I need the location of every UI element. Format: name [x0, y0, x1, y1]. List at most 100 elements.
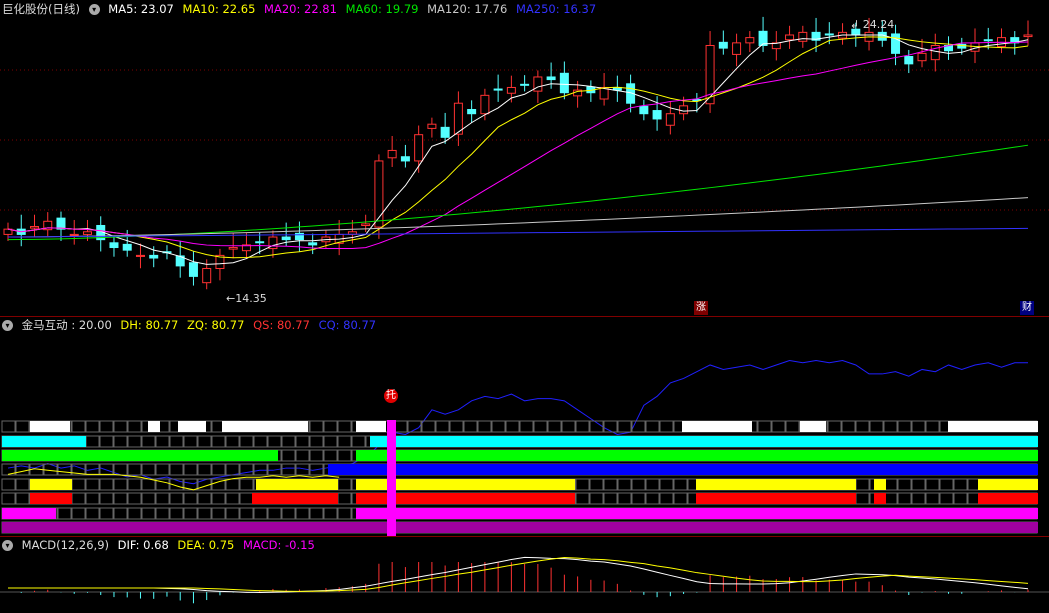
indicator-cell [239, 435, 254, 448]
indicator-cell [267, 507, 282, 520]
indicator-cell [939, 492, 954, 505]
indicator-cell [141, 435, 156, 448]
indicator-cell [603, 492, 618, 505]
indicator-cell [281, 463, 296, 476]
indicator-panel[interactable]: ▾ 金马互动 : 20.00 DH: 80.77 ZQ: 80.77 QS: 8… [0, 316, 1049, 536]
indicator-cell [617, 478, 632, 491]
indicator-cell [491, 420, 506, 433]
indicator-cell [183, 435, 198, 448]
zhang-tag[interactable]: 涨 [694, 301, 708, 315]
indicator-cell [71, 420, 86, 433]
settings-icon[interactable]: ▾ [88, 4, 100, 15]
ma60-value: MA60: 19.79 [345, 2, 419, 16]
candle-body [559, 72, 569, 94]
candle-body [69, 233, 79, 236]
candle-body [122, 243, 132, 251]
indicator-cell [99, 478, 114, 491]
indicator-cell [211, 435, 226, 448]
indicator-cell [827, 420, 842, 433]
indicator-cell [295, 449, 310, 462]
indicator-cell [113, 492, 128, 505]
indicator-cell [883, 420, 898, 433]
indicator-canvas[interactable] [0, 316, 1049, 536]
ma250-value: MA250: 16.37 [515, 2, 597, 16]
macd-panel[interactable]: ▾ MACD(12,26,9) DIF: 0.68 DEA: 0.75 MACD… [0, 536, 1049, 613]
indicator-cell [323, 435, 338, 448]
indicator-bar [30, 493, 72, 504]
indicator-cell [309, 449, 324, 462]
indicator-cell [71, 507, 86, 520]
high-price-label: ↲ 24.24 [850, 18, 895, 31]
candle-body [440, 126, 450, 138]
candle-body [877, 31, 887, 41]
dh-value: DH: 80.77 [120, 318, 179, 332]
indicator-bar [2, 522, 1038, 533]
price-chart-canvas[interactable] [0, 0, 1049, 316]
indicator-cell [1, 492, 16, 505]
low-price-label: ←14.35 [226, 292, 267, 305]
indicator-cell [785, 420, 800, 433]
indicator-cell [1, 420, 16, 433]
indicator-cell [85, 507, 100, 520]
candle-body [904, 56, 914, 65]
macd-settings-icon[interactable]: ▾ [2, 540, 13, 551]
indicator-cell [659, 478, 674, 491]
ma10-value: MA10: 22.65 [182, 2, 256, 16]
indicator-cell [155, 492, 170, 505]
indicator-cell [617, 492, 632, 505]
indicator-cell [337, 435, 352, 448]
indicator-bar [30, 421, 70, 432]
indicator-cell [575, 420, 590, 433]
indicator-cell [113, 420, 128, 433]
candle-body [361, 223, 371, 226]
indicator-settings-icon[interactable]: ▾ [2, 320, 13, 331]
candle-body [188, 262, 198, 277]
candle-body [82, 231, 92, 235]
candle-body [718, 41, 728, 49]
qs-value: QS: 80.77 [253, 318, 310, 332]
indicator-cell [575, 478, 590, 491]
indicator-cell [869, 420, 884, 433]
indicator-cell [239, 507, 254, 520]
indicator-cell [267, 435, 282, 448]
candle-body [520, 83, 530, 86]
indicator-cell [645, 492, 660, 505]
low-price-text: 14.35 [235, 292, 267, 305]
indicator-cell [141, 492, 156, 505]
indicator-cell [211, 463, 226, 476]
candle-body [414, 134, 424, 162]
indicator-cell [925, 478, 940, 491]
indicator-cell [911, 420, 926, 433]
indicator-cell [127, 420, 142, 433]
indicator-cell [281, 507, 296, 520]
indicator-bar [252, 493, 338, 504]
indicator-cell [295, 507, 310, 520]
indicator-cell [15, 420, 30, 433]
candle-body [917, 52, 927, 62]
indicator-bar [696, 493, 856, 504]
indicator-cell [141, 507, 156, 520]
indicator-bar [696, 479, 856, 490]
macd-header: ▾ MACD(12,26,9) DIF: 0.68 DEA: 0.75 MACD… [2, 538, 320, 552]
tuo-signal-tag[interactable]: 托 [384, 389, 398, 403]
candle-body [732, 42, 742, 55]
indicator-cell [939, 478, 954, 491]
indicator-cell [281, 449, 296, 462]
indicator-cell [659, 420, 674, 433]
indicator-cell [897, 492, 912, 505]
indicator-cell [155, 435, 170, 448]
indicator-bar [370, 436, 1038, 447]
indicator-cell [841, 420, 856, 433]
indicator-cell [113, 507, 128, 520]
indicator-cell [197, 463, 212, 476]
indicator-cell [183, 463, 198, 476]
indicator-name: 金马互动 [21, 318, 68, 332]
indicator-cell [337, 507, 352, 520]
main-price-panel[interactable]: 巨化股份(日线) ▾ MA5: 23.07 MA10: 22.65 MA20: … [0, 0, 1049, 316]
indicator-cell [771, 420, 786, 433]
indicator-cell [897, 478, 912, 491]
cai-tag[interactable]: 财 [1020, 301, 1034, 315]
indicator-cell [99, 492, 114, 505]
indicator-cell [253, 463, 268, 476]
indicator-cell [953, 492, 968, 505]
